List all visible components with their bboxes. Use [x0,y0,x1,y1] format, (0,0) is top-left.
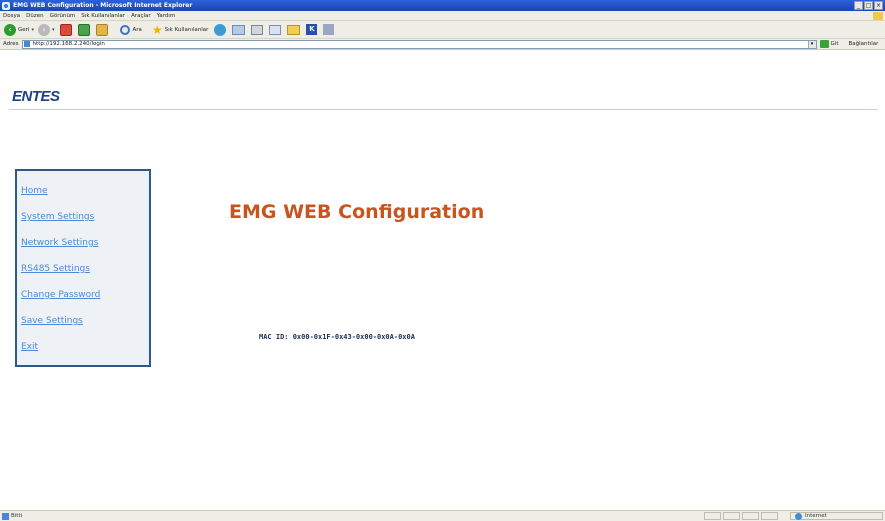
back-icon: ‹ [4,23,16,36]
window-controls: _ □ × [854,1,883,10]
security-zone: Internet [790,512,883,520]
mac-id-text: MAC ID: 0x00-0x1F-0x43-0x00-0x0A-0x0A [259,333,415,341]
menu-help[interactable]: Yardım [157,13,176,19]
chevron-down-icon[interactable]: ▾ [31,27,34,33]
menu-favorites[interactable]: Sık Kullanılanlar [81,13,125,19]
browser-window: EMG WEB Configuration - Microsoft Intern… [0,0,885,521]
refresh-icon[interactable] [78,23,91,36]
forward-button[interactable]: › ▾ [37,23,55,36]
minimize-button[interactable]: _ [854,1,863,10]
globe-icon [795,512,802,520]
page-title: EMG WEB Configuration [229,201,485,223]
go-label: Git [830,41,839,47]
nav-link-save-settings[interactable]: Save Settings [21,316,83,326]
address-bar: Adres http://192.168.2.240/login ▾ Git B… [0,39,885,50]
links-button[interactable]: Bağlantılar [849,41,879,47]
status-text: Bitti [11,513,23,519]
status-pane [723,512,740,520]
window-title: EMG WEB Configuration - Microsoft Intern… [13,2,193,9]
nav-link-change-password[interactable]: Change Password [21,290,100,300]
address-label: Adres [3,41,19,47]
address-dropdown-icon[interactable]: ▾ [807,40,816,48]
menu-file[interactable]: Dosya [3,13,20,19]
forward-icon: › [37,23,50,36]
logo: ENTES [12,88,60,105]
header-divider [9,109,878,110]
address-input[interactable]: http://192.168.2.240/login ▾ [21,39,817,49]
menu-tools[interactable]: Araçlar [131,13,151,19]
stop-icon[interactable] [60,23,73,36]
messenger-icon[interactable] [323,24,335,35]
status-panes [704,512,778,520]
page-status-icon [2,512,9,520]
close-button[interactable]: × [874,1,883,10]
chevron-down-icon[interactable]: ▾ [52,27,55,33]
menu-view[interactable]: Görünüm [50,13,76,19]
title-bar: EMG WEB Configuration - Microsoft Intern… [0,0,885,11]
mail-icon[interactable] [232,24,246,35]
page-icon [23,41,30,47]
go-button[interactable]: Git [819,40,839,48]
status-pane [742,512,759,520]
back-label: Geri [18,26,30,33]
favorites-star-icon: ★ [151,22,163,37]
edit-icon[interactable] [269,24,282,35]
page-content: ENTES Home System Settings Network Setti… [0,51,885,510]
menu-bar: Dosya Düzen Görünüm Sık Kullanılanlar Ar… [0,11,885,21]
status-bar: Bitti Internet [0,510,885,521]
home-icon[interactable] [96,23,109,36]
back-button[interactable]: ‹ Geri ▾ [4,23,34,36]
address-url[interactable]: http://192.168.2.240/login [33,41,105,47]
go-arrow-icon [819,40,829,48]
print-icon[interactable] [251,24,264,35]
nav-link-home[interactable]: Home [21,186,48,196]
search-button[interactable]: Ara [112,24,142,35]
nav-link-rs485-settings[interactable]: RS485 Settings [21,264,90,274]
media-icon[interactable] [214,23,227,36]
k-icon[interactable]: K [306,24,318,35]
toolbar: ‹ Geri ▾ › ▾ Ara ★ Sık Kullanılanlar K [0,21,885,39]
folder-icon[interactable] [287,24,301,35]
maximize-button[interactable]: □ [864,1,873,10]
nav-menu: Home System Settings Network Settings RS… [15,169,151,367]
nav-link-system-settings[interactable]: System Settings [21,212,94,222]
ie-icon [2,1,10,10]
menu-edit[interactable]: Düzen [26,13,43,19]
status-pane [761,512,778,520]
status-pane [704,512,721,520]
favorites-label: Sık Kullanılanlar [164,26,209,33]
search-label: Ara [132,26,142,33]
nav-link-network-settings[interactable]: Network Settings [21,238,98,248]
zone-label: Internet [805,513,827,519]
windows-flag-icon [873,12,883,20]
favorites-button[interactable]: ★ Sık Kullanılanlar [146,24,209,36]
search-icon [120,24,131,35]
nav-link-exit[interactable]: Exit [21,342,38,352]
